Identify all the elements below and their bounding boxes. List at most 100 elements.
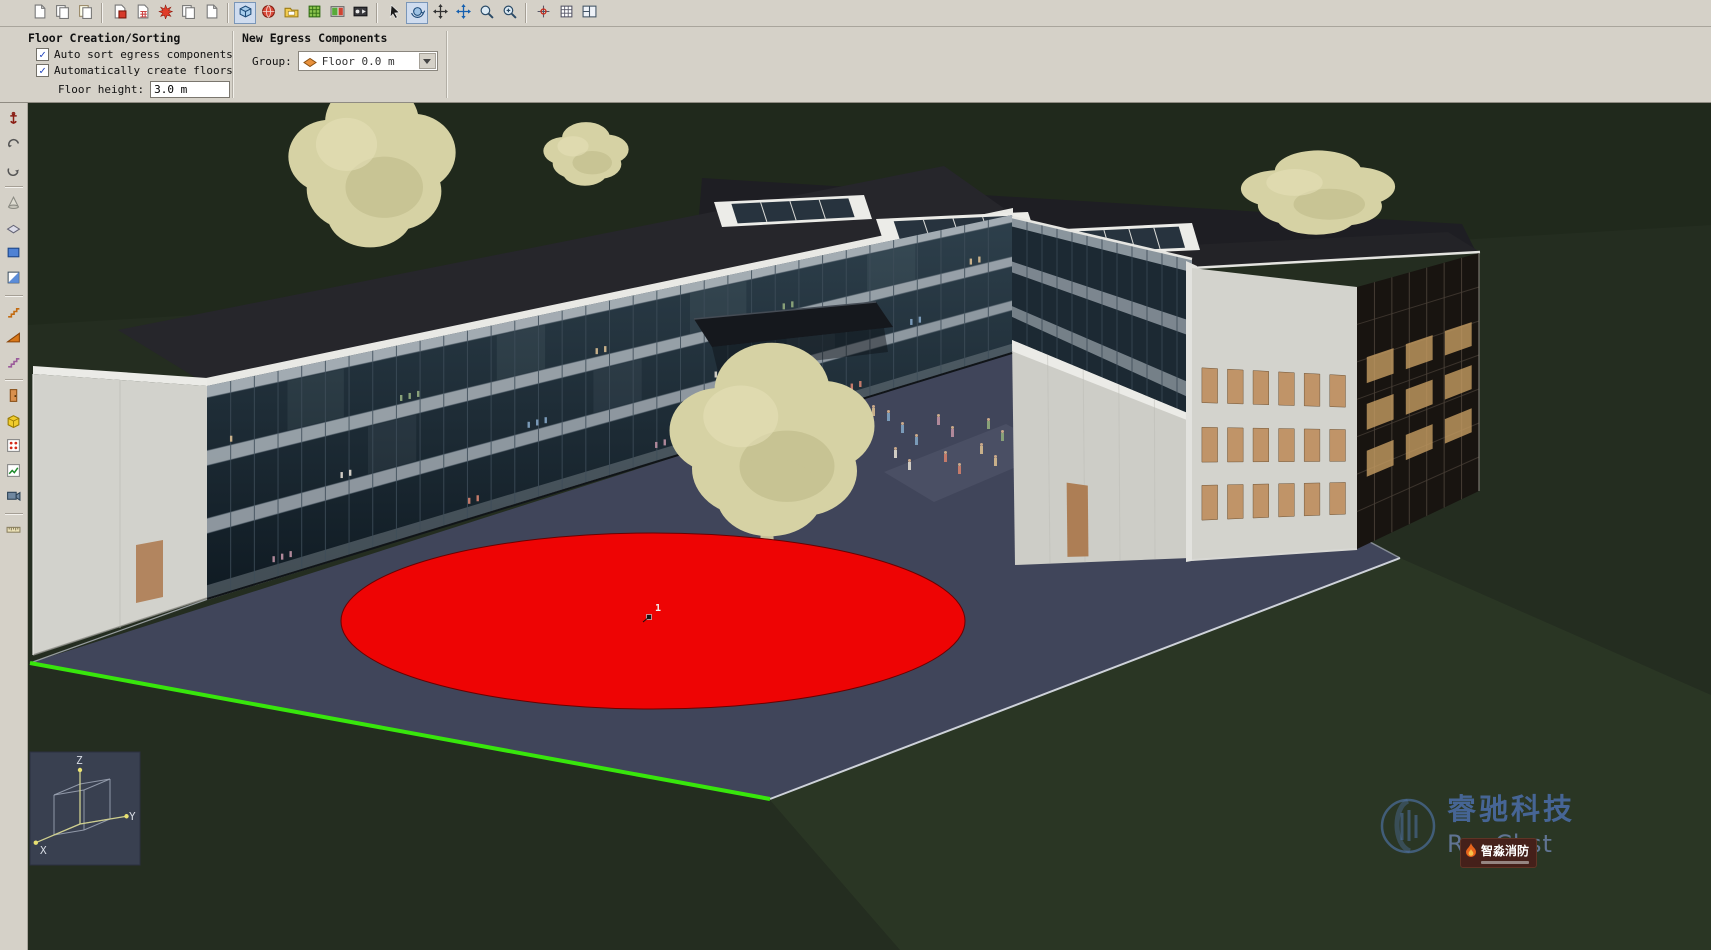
panel-separator — [232, 31, 234, 98]
occupant-tool-button[interactable] — [3, 436, 25, 458]
auto-create-checkbox-row[interactable]: ✓ Automatically create floors — [36, 64, 233, 77]
copy-icon — [55, 4, 70, 23]
axis-x-label: X — [40, 844, 47, 857]
copy-button[interactable] — [51, 2, 73, 24]
slab-tool-button[interactable] — [3, 218, 25, 240]
grid-snap-tool-button[interactable] — [555, 2, 577, 24]
obstruction-tool-button[interactable] — [3, 268, 25, 290]
axis-z-label: Z — [76, 754, 83, 767]
select-tool-button[interactable] — [383, 2, 405, 24]
group-row: Group: Floor 0.0 m — [252, 51, 438, 71]
escalator-tool-button[interactable] — [3, 352, 25, 374]
duplicate-button[interactable] — [177, 2, 199, 24]
room-tool-button[interactable] — [3, 243, 25, 265]
toolbar-separator — [376, 3, 378, 23]
duplicate-icon — [181, 4, 196, 23]
window-layout-icon — [582, 4, 597, 23]
material-view-button[interactable] — [280, 2, 302, 24]
viewport-3d[interactable]: 1XYZ 睿驰科技 ReaChst 智淼消防 — [28, 103, 1711, 950]
import-file-button[interactable] — [108, 2, 130, 24]
badge-text: 智淼消防 — [1481, 844, 1529, 858]
elevator-tool-button[interactable] — [3, 411, 25, 433]
wireframe-view-button[interactable] — [234, 2, 256, 24]
monitor-view-button[interactable] — [326, 2, 348, 24]
paste-icon — [78, 4, 93, 23]
group-label: Group: — [252, 55, 292, 68]
toolbar-separator — [227, 3, 229, 23]
camera-tool-button[interactable] — [3, 486, 25, 508]
orbit-right-tool-button[interactable] — [3, 159, 25, 181]
cone-marker-tool-button[interactable] — [3, 193, 25, 215]
pan-tool-icon — [456, 4, 471, 23]
toolbar-separator — [101, 3, 103, 23]
checkbox-icon[interactable]: ✓ — [36, 48, 49, 61]
monitor-chart-tool-button[interactable] — [3, 461, 25, 483]
sidebar-separator — [5, 295, 23, 297]
group-dropdown[interactable]: Floor 0.0 m — [298, 51, 438, 71]
wireframe-view-icon — [238, 4, 253, 23]
checkbox-icon[interactable]: ✓ — [36, 64, 49, 77]
new-egress-panel: New Egress Components Group: Floor 0.0 m — [242, 31, 438, 71]
floor-creation-panel: Floor Creation/Sorting ✓ Auto sort egres… — [28, 31, 233, 98]
zoom-tool-button[interactable] — [475, 2, 497, 24]
auto-sort-checkbox-row[interactable]: ✓ Auto sort egress components — [36, 48, 233, 61]
snapshot-button[interactable] — [200, 2, 222, 24]
axis-y-label: Y — [129, 810, 136, 823]
zhimiao-badge: 智淼消防 — [1460, 838, 1537, 868]
select-tool-icon — [387, 4, 402, 23]
slab-tool-icon — [6, 220, 21, 239]
door-tool-button[interactable] — [3, 386, 25, 408]
zoom-box-tool-icon — [502, 4, 517, 23]
grid-view-icon — [307, 4, 322, 23]
options-panel: Floor Creation/Sorting ✓ Auto sort egres… — [0, 27, 1711, 103]
floor-icon — [303, 54, 317, 68]
measure-tool-button[interactable] — [3, 520, 25, 542]
cone-marker-tool-icon — [6, 195, 21, 214]
solid-view-button[interactable] — [257, 2, 279, 24]
door-tool-icon — [6, 388, 21, 407]
sidebar-separator — [5, 379, 23, 381]
auto-create-label: Automatically create floors — [54, 64, 233, 77]
grid-view-button[interactable] — [303, 2, 325, 24]
import-file-icon — [112, 4, 127, 23]
point-marker-label: 1 — [655, 603, 661, 614]
floor-height-label: Floor height: — [58, 83, 144, 96]
badge-subline — [1481, 861, 1529, 864]
orbit-left-tool-button[interactable] — [3, 134, 25, 156]
scene-canvas[interactable]: 1 X Y Z — [28, 103, 1711, 950]
room-tool-icon — [6, 245, 21, 264]
ramp-tool-icon — [6, 329, 21, 348]
main-toolbar — [0, 0, 1711, 27]
orbit-tool-icon — [410, 4, 425, 23]
stairs-tool-button[interactable] — [3, 302, 25, 324]
paste-button[interactable] — [74, 2, 96, 24]
snap-point-tool-icon — [536, 4, 551, 23]
snap-point-tool-button[interactable] — [532, 2, 554, 24]
toolbar-separator — [525, 3, 527, 23]
material-view-icon — [284, 4, 299, 23]
tools-sidebar — [0, 103, 28, 950]
record-movie-button[interactable] — [349, 2, 371, 24]
flame-icon — [1465, 843, 1477, 858]
orbit-tool-button[interactable] — [406, 2, 428, 24]
roam-tool-button[interactable] — [429, 2, 451, 24]
record-movie-icon — [353, 4, 368, 23]
fire-source-button[interactable] — [154, 2, 176, 24]
floor-height-input[interactable] — [150, 81, 230, 98]
obstruction-tool-icon — [6, 270, 21, 289]
floor-height-row: Floor height: — [58, 81, 233, 98]
grid-snap-tool-icon — [559, 4, 574, 23]
compass-tool-button[interactable] — [3, 109, 25, 131]
ramp-tool-button[interactable] — [3, 327, 25, 349]
compass-tool-icon — [6, 111, 21, 130]
export-file-button[interactable] — [131, 2, 153, 24]
occupant-tool-icon — [6, 438, 21, 457]
dropdown-arrow-icon[interactable] — [419, 53, 436, 69]
pan-tool-button[interactable] — [452, 2, 474, 24]
new-egress-title: New Egress Components — [242, 31, 438, 45]
zoom-box-tool-button[interactable] — [498, 2, 520, 24]
new-file-button[interactable] — [28, 2, 50, 24]
stairs-tool-icon — [6, 304, 21, 323]
camera-tool-icon — [6, 488, 21, 507]
window-layout-button[interactable] — [578, 2, 600, 24]
